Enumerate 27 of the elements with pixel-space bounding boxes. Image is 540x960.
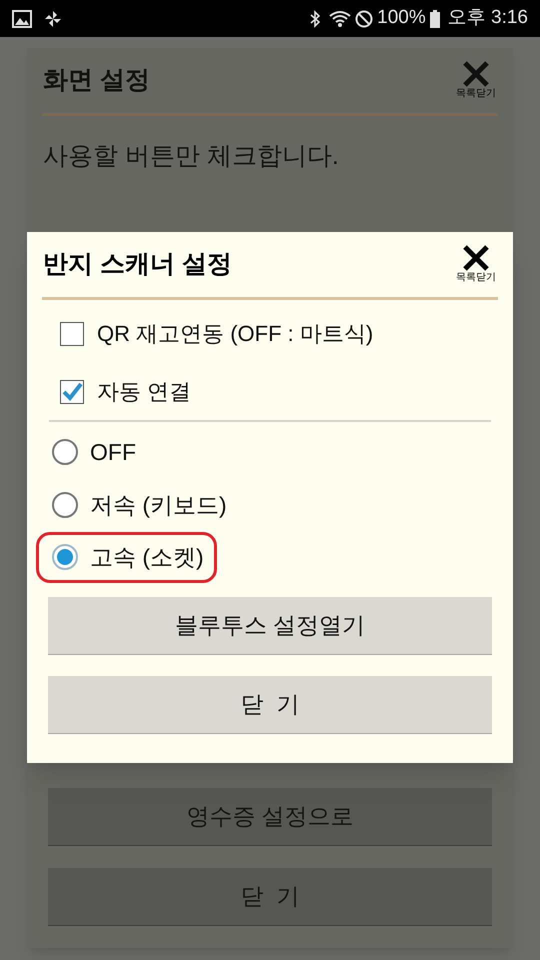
close-icon bbox=[462, 245, 490, 271]
radio-label: OFF bbox=[90, 438, 136, 467]
bluetooth-icon bbox=[309, 10, 322, 28]
radio-label: 고속 (소켓) bbox=[90, 543, 204, 572]
radio-button[interactable] bbox=[52, 492, 78, 518]
radio-button[interactable] bbox=[52, 544, 78, 570]
close-icon bbox=[462, 61, 490, 87]
wifi-icon bbox=[329, 10, 352, 28]
image-icon bbox=[12, 10, 32, 28]
radio-button[interactable] bbox=[52, 439, 78, 466]
pinwheel-icon bbox=[44, 10, 62, 28]
checkbox-label: 자동 연결 bbox=[97, 378, 192, 406]
close-button[interactable]: 목록닫기 bbox=[456, 245, 496, 284]
checkbox[interactable] bbox=[60, 322, 84, 346]
do-not-disturb-icon bbox=[355, 10, 374, 28]
dialog-title: 반지 스캐너 설정 bbox=[42, 248, 233, 280]
checkbox-label: QR 재고연동 (OFF : 마트식) bbox=[97, 320, 374, 348]
radio-label: 저속 (키보드) bbox=[90, 490, 227, 520]
dialog-button[interactable]: 블루투스 설정열기 bbox=[48, 596, 492, 654]
dialog-button[interactable]: 닫 기 bbox=[48, 676, 492, 734]
close-button[interactable]: 목록닫기 bbox=[456, 61, 496, 100]
dialog-title: 화면 설정 bbox=[42, 64, 151, 96]
checkbox[interactable] bbox=[60, 380, 84, 404]
battery-percent: 100% bbox=[377, 6, 426, 30]
clock: 오후 3:16 bbox=[448, 6, 528, 30]
battery-icon bbox=[430, 10, 440, 28]
description-text: 사용할 버튼만 체크합니다. bbox=[42, 141, 340, 172]
